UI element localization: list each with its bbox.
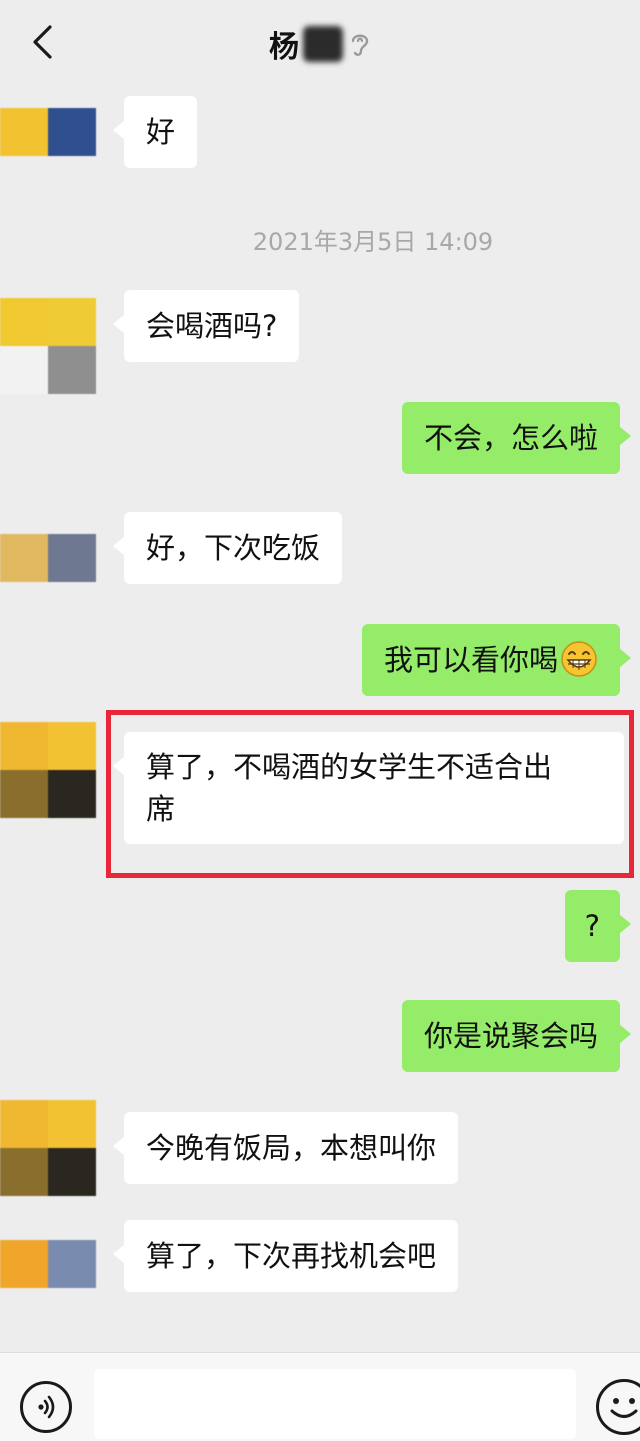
voice-icon	[38, 1395, 55, 1419]
message-outgoing[interactable]: ?	[564, 890, 632, 962]
emoji-icon	[610, 1398, 638, 1418]
message-incoming[interactable]: 好	[112, 96, 198, 168]
chat-header: 杨	[0, 0, 640, 84]
grinning-face-emoji-icon	[561, 641, 597, 677]
ear-icon	[349, 29, 371, 59]
message-incoming[interactable]: 今晚有饭局，本想叫你	[112, 1112, 459, 1184]
emoji-button[interactable]	[596, 1379, 640, 1435]
contact-avatar[interactable]	[0, 1100, 96, 1196]
contact-avatar[interactable]	[0, 298, 96, 394]
message-input[interactable]	[94, 1369, 576, 1439]
contact-avatar[interactable]	[0, 534, 96, 582]
message-incoming[interactable]: 会喝酒吗?	[112, 290, 300, 362]
highlight-annotation-box	[106, 710, 634, 878]
message-text: 我可以看你喝	[383, 643, 558, 677]
contact-avatar[interactable]	[0, 1240, 96, 1288]
message-timestamp: 2021年3月5日 14:09	[252, 228, 494, 256]
contact-avatar[interactable]	[0, 108, 96, 204]
voice-button[interactable]	[20, 1381, 72, 1433]
message-outgoing[interactable]: 你是说聚会吗	[401, 1000, 632, 1072]
message-outgoing[interactable]: 不会，怎么啦	[401, 402, 632, 474]
chat-title: 杨	[269, 30, 299, 65]
message-outgoing[interactable]: 我可以看你喝	[361, 624, 632, 696]
message-incoming[interactable]: 好，下次吃饭	[112, 512, 343, 584]
message-incoming[interactable]: 算了，下次再找机会吧	[112, 1220, 459, 1292]
contact-avatar[interactable]	[0, 722, 96, 818]
redacted-name	[303, 26, 343, 62]
input-bar	[0, 1352, 640, 1441]
chat-title-area: 杨	[0, 22, 640, 66]
